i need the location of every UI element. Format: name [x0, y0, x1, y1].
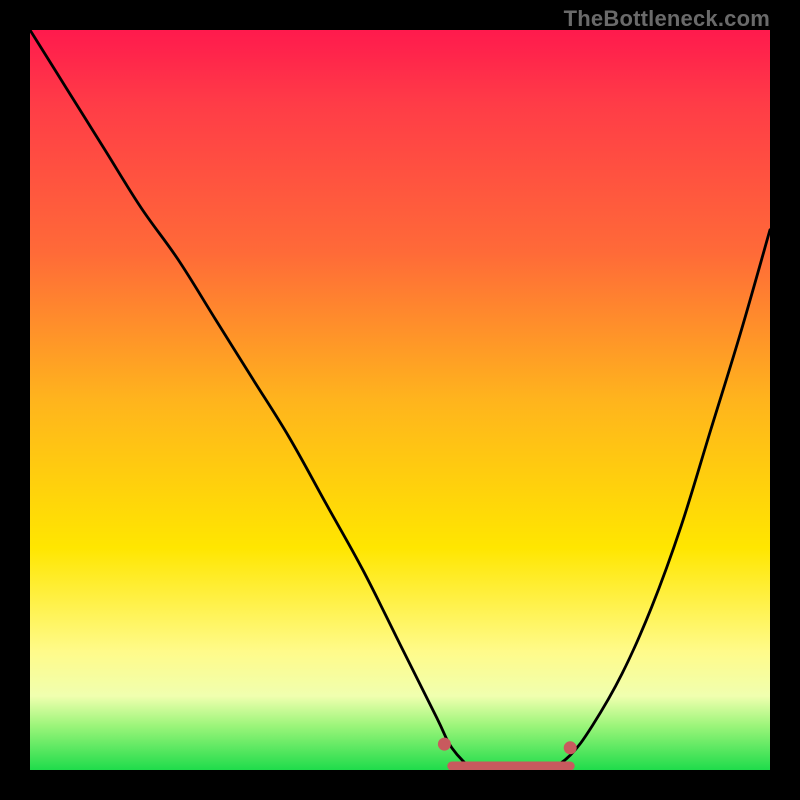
chart-frame: TheBottleneck.com [0, 0, 800, 800]
bottleneck-curve-svg [30, 30, 770, 770]
plot-area [30, 30, 770, 770]
curve-markers [438, 738, 577, 755]
curve-marker [564, 741, 577, 754]
watermark-text: TheBottleneck.com [564, 6, 770, 32]
curve-marker [438, 738, 451, 751]
bottleneck-curve [30, 30, 770, 770]
